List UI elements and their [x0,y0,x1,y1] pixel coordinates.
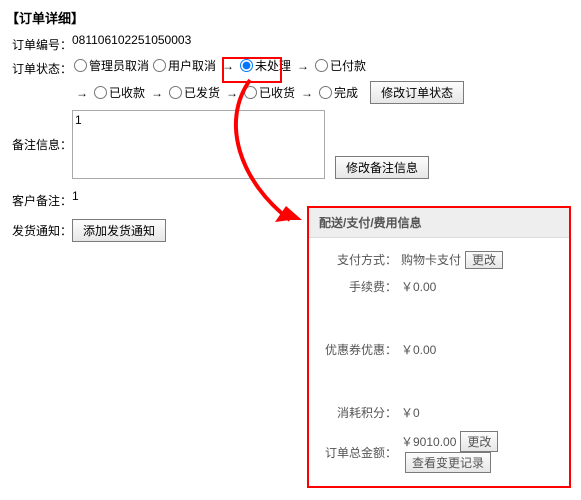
cust-remark-value: 1 [72,189,581,203]
total-value: ￥9010.00 [401,433,456,450]
status-radio-label: 已收款 [109,84,145,101]
points-label: 消耗积分： [319,404,397,421]
change-remark-button[interactable]: 修改备注信息 [335,156,429,179]
panel-title: 配送/支付/费用信息 [309,208,569,238]
change-total-button[interactable]: 更改 [460,431,498,452]
arrow-icon: → [301,86,313,100]
status-radio-pending[interactable]: 未处理 [240,57,291,74]
status-radio-received-goods[interactable]: 已收货 [244,84,295,101]
total-label: 订单总金额： [319,444,397,461]
arrow-icon: → [297,59,309,73]
fee-label: 手续费： [319,278,397,295]
status-radio-label: 已收货 [259,84,295,101]
view-log-button[interactable]: 查看变更记录 [405,452,491,473]
coupon-value: ￥0.00 [397,341,559,358]
status-radio-paid[interactable]: 已付款 [315,57,366,74]
change-status-button[interactable]: 修改订单状态 [370,81,464,104]
coupon-label: 优惠券优惠： [319,341,397,358]
remark-label: 备注信息： [0,110,72,153]
ship-notice-label: 发货通知： [0,219,72,239]
order-no-value: 081106102251050003 [72,33,581,47]
arrow-icon: → [76,86,88,100]
status-radio-label: 已发货 [184,84,220,101]
arrow-icon: → [226,86,238,100]
pay-method-value: 购物卡支付 [401,253,461,267]
status-radio-label: 未处理 [255,57,291,74]
arrow-icon: → [151,86,163,100]
pay-method-label: 支付方式： [319,251,397,268]
remark-textarea[interactable] [72,110,325,179]
order-no-label: 订单编号： [0,33,72,53]
status-radio-received-pay[interactable]: 已收款 [94,84,145,101]
status-radio-user-cancel[interactable]: 用户取消 [153,57,216,74]
status-radio-complete[interactable]: 完成 [319,84,358,101]
status-radio-label: 管理员取消 [89,57,149,74]
cust-remark-label: 客户备注： [0,189,72,209]
payment-panel: 配送/支付/费用信息 支付方式： 购物卡支付更改 手续费： ￥0.00 优惠券优… [307,206,571,488]
fee-value: ￥0.00 [397,278,559,295]
status-radio-shipped[interactable]: 已发货 [169,84,220,101]
status-radio-admin-cancel[interactable]: 管理员取消 [74,57,149,74]
points-value: ￥0 [397,404,559,421]
page-header: 【订单详细】 [0,0,581,31]
change-pay-method-button[interactable]: 更改 [465,251,503,269]
status-radio-label: 已付款 [330,57,366,74]
arrow-icon: → [222,59,234,73]
status-label: 订单状态： [0,57,72,77]
status-radio-label: 完成 [334,84,358,101]
add-ship-notice-button[interactable]: 添加发货通知 [72,219,166,242]
status-radio-label: 用户取消 [168,57,216,74]
